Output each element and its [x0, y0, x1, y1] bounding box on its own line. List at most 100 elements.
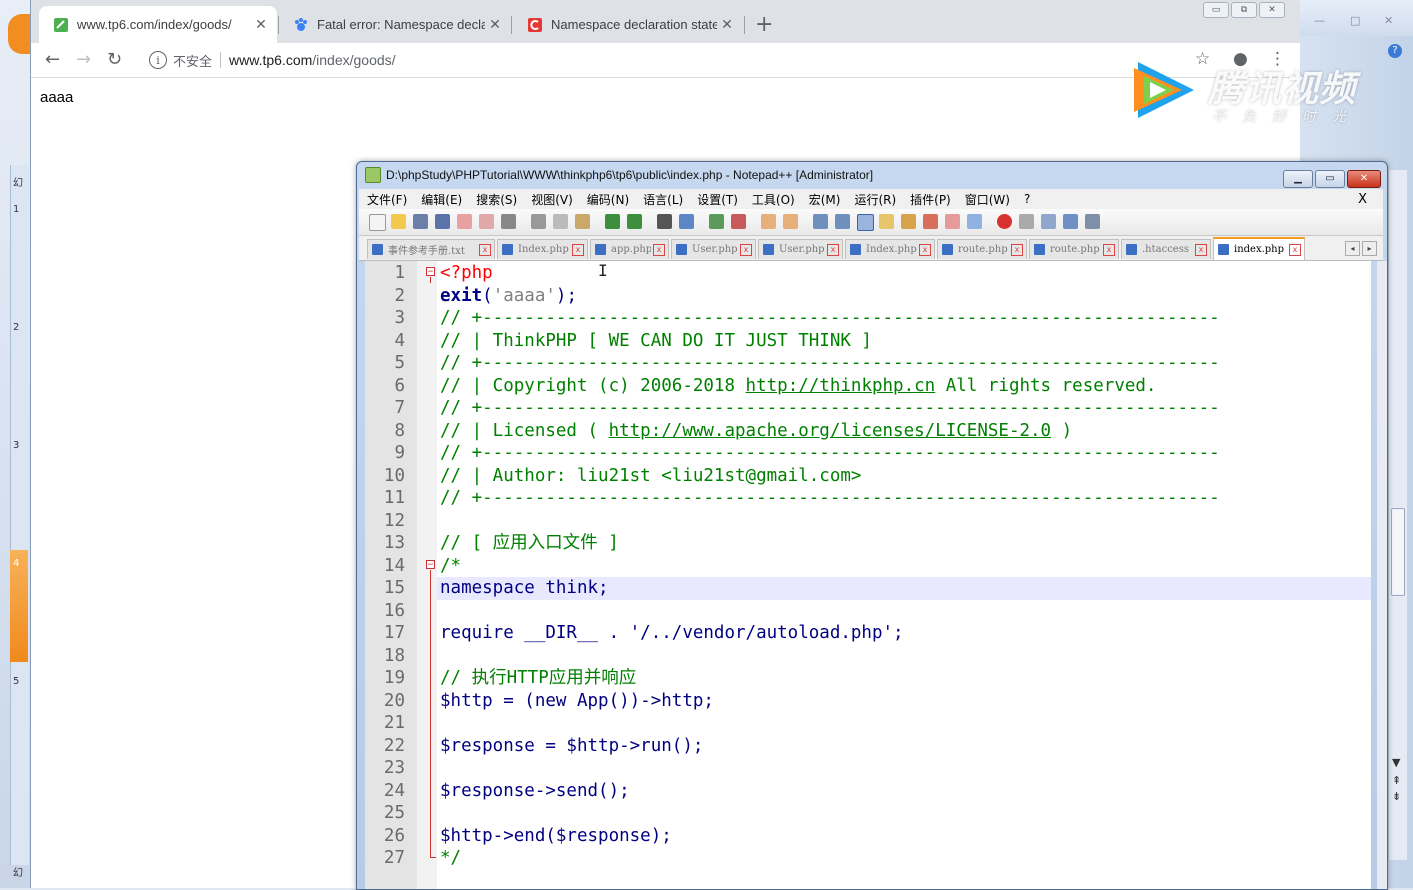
- security-label[interactable]: 不安全: [173, 51, 212, 70]
- tab-fatal-error[interactable]: Fatal error: Namespace declar ✕: [279, 6, 511, 43]
- close-tab-icon[interactable]: ✕: [251, 16, 271, 33]
- code-line[interactable]: 7 // +-----------------------------------…: [365, 397, 1371, 420]
- code-line[interactable]: 4 // | ThinkPHP [ WE CAN DO IT JUST THINK…: [365, 330, 1371, 353]
- menu-help[interactable]: ?: [1024, 192, 1030, 206]
- menu-plugins[interactable]: 插件(P): [910, 191, 951, 208]
- info-icon[interactable]: i: [149, 51, 167, 69]
- close-icon[interactable]: ✕: [1347, 170, 1381, 188]
- code-line[interactable]: 26 $http->end($response);: [365, 825, 1371, 848]
- reload-icon[interactable]: ↻: [107, 49, 122, 70]
- code-line[interactable]: 20 $http = (new App())->http;: [365, 690, 1371, 713]
- menu-file[interactable]: 文件(F): [367, 191, 407, 208]
- file-tab[interactable]: .htaccess x: [1121, 239, 1211, 259]
- close-tab-icon[interactable]: ✕: [485, 16, 505, 33]
- play-macro-icon[interactable]: [1041, 214, 1056, 229]
- close-tab-icon[interactable]: x: [479, 243, 491, 256]
- close-tab-icon[interactable]: x: [1195, 243, 1207, 256]
- monitoring-icon[interactable]: [967, 214, 982, 229]
- tab-namespace-declaration[interactable]: Namespace declaration staten ✕: [513, 6, 743, 43]
- close-file-icon[interactable]: [457, 214, 472, 229]
- file-tab[interactable]: 事件参考手册.txt x: [367, 239, 495, 259]
- word-wrap-icon[interactable]: [813, 214, 828, 229]
- close-tab-icon[interactable]: x: [572, 243, 584, 256]
- menu-edit[interactable]: 编辑(E): [421, 191, 462, 208]
- cut-icon[interactable]: [531, 214, 546, 229]
- copy-icon[interactable]: [553, 214, 568, 229]
- code-line[interactable]: 14 /*: [365, 555, 1371, 578]
- scroll-down-icon[interactable]: ▼: [1392, 756, 1400, 769]
- forward-arrow-icon[interactable]: →: [76, 49, 91, 70]
- folder-workspace-icon[interactable]: [945, 214, 960, 229]
- file-tab[interactable]: User.php x: [758, 239, 843, 259]
- tab-scroll-left-icon[interactable]: ◂: [1345, 241, 1360, 256]
- tab-goods[interactable]: www.tp6.com/index/goods/ ✕: [39, 6, 277, 43]
- menu-encoding[interactable]: 编码(N): [587, 191, 629, 208]
- save-macro-icon[interactable]: [1085, 214, 1100, 229]
- code-line[interactable]: 24 $response->send();: [365, 780, 1371, 803]
- open-folder-icon[interactable]: [391, 214, 406, 229]
- editor-scrollbar[interactable]: [1377, 261, 1387, 889]
- menu-language[interactable]: 语言(L): [643, 191, 683, 208]
- save-icon[interactable]: [413, 214, 428, 229]
- save-all-icon[interactable]: [435, 214, 450, 229]
- menu-run[interactable]: 运行(R): [854, 191, 896, 208]
- tab-scroll-right-icon[interactable]: ▸: [1362, 241, 1377, 256]
- file-tab-active[interactable]: index.php x: [1213, 237, 1305, 260]
- code-line[interactable]: 18: [365, 645, 1371, 668]
- code-line[interactable]: 1 <?php: [365, 262, 1371, 285]
- minimize-icon[interactable]: ▭: [1203, 2, 1229, 18]
- code-line[interactable]: 3 // +-----------------------------------…: [365, 307, 1371, 330]
- close-icon[interactable]: ✕: [1259, 2, 1285, 18]
- file-tab[interactable]: Index.php x: [497, 239, 588, 259]
- close-icon[interactable]: ✕: [1384, 14, 1393, 27]
- maximize-icon[interactable]: □: [1350, 14, 1360, 27]
- close-tab-icon[interactable]: ✕: [717, 16, 737, 33]
- close-tab-icon[interactable]: x: [740, 243, 752, 256]
- code-line[interactable]: 17 require __DIR__ . '/../vendor/autoload…: [365, 622, 1371, 645]
- find-icon[interactable]: [657, 214, 672, 229]
- next-page-icon[interactable]: ⇟: [1392, 790, 1401, 803]
- new-tab-button[interactable]: +: [755, 12, 773, 37]
- replace-icon[interactable]: [679, 214, 694, 229]
- close-document-icon[interactable]: X: [1358, 192, 1367, 207]
- indent-guide-icon[interactable]: [857, 214, 874, 231]
- address-bar[interactable]: i 不安全 www.tp6.com/index/goods/: [141, 47, 1171, 73]
- maximize-icon[interactable]: ▭: [1315, 170, 1345, 188]
- back-arrow-icon[interactable]: ←: [45, 49, 60, 70]
- minimize-icon[interactable]: ▁: [1283, 170, 1313, 188]
- zoom-out-icon[interactable]: [731, 214, 746, 229]
- zoom-in-icon[interactable]: [709, 214, 724, 229]
- file-tab[interactable]: User.php x: [671, 239, 756, 259]
- new-file-icon[interactable]: [369, 214, 386, 231]
- slide-number[interactable]: 5: [13, 676, 19, 687]
- sync-horizontal-icon[interactable]: [783, 214, 798, 229]
- file-tab[interactable]: route.php x: [937, 239, 1027, 259]
- close-tab-icon[interactable]: x: [1011, 243, 1023, 256]
- scrollbar[interactable]: ▼ ⇞ ⇟: [1388, 170, 1407, 860]
- record-macro-icon[interactable]: [997, 214, 1012, 229]
- slide-number[interactable]: 3: [13, 440, 19, 451]
- close-tab-icon[interactable]: x: [919, 243, 931, 256]
- run-macro-multiple-icon[interactable]: [1063, 214, 1078, 229]
- stop-macro-icon[interactable]: [1019, 214, 1034, 229]
- url-text[interactable]: www.tp6.com/index/goods/: [229, 52, 396, 68]
- code-line[interactable]: 11 // +----------------------------------…: [365, 487, 1371, 510]
- help-icon[interactable]: ?: [1388, 44, 1402, 58]
- sync-vertical-icon[interactable]: [761, 214, 776, 229]
- menu-tools[interactable]: 工具(O): [752, 191, 795, 208]
- menu-view[interactable]: 视图(V): [531, 191, 573, 208]
- doc-map-icon[interactable]: [901, 214, 916, 229]
- code-line[interactable]: 10 // | Author: liu21st <liu21st@gmail.co…: [365, 465, 1371, 488]
- code-line[interactable]: 15 namespace think;: [365, 577, 1371, 600]
- code-line[interactable]: 19 // 执行HTTP应用并响应: [365, 667, 1371, 690]
- paste-icon[interactable]: [575, 214, 590, 229]
- menu-settings[interactable]: 设置(T): [697, 191, 738, 208]
- slide-number[interactable]: 1: [13, 204, 19, 215]
- file-tab[interactable]: app.php x: [590, 239, 669, 259]
- menu-macro[interactable]: 宏(M): [809, 191, 841, 208]
- close-tab-icon[interactable]: x: [1289, 243, 1301, 256]
- minimize-icon[interactable]: —: [1314, 14, 1325, 27]
- close-tab-icon[interactable]: x: [827, 243, 839, 256]
- scrollbar-thumb[interactable]: [1391, 508, 1405, 596]
- code-line[interactable]: 2 exit('aaaa');: [365, 285, 1371, 308]
